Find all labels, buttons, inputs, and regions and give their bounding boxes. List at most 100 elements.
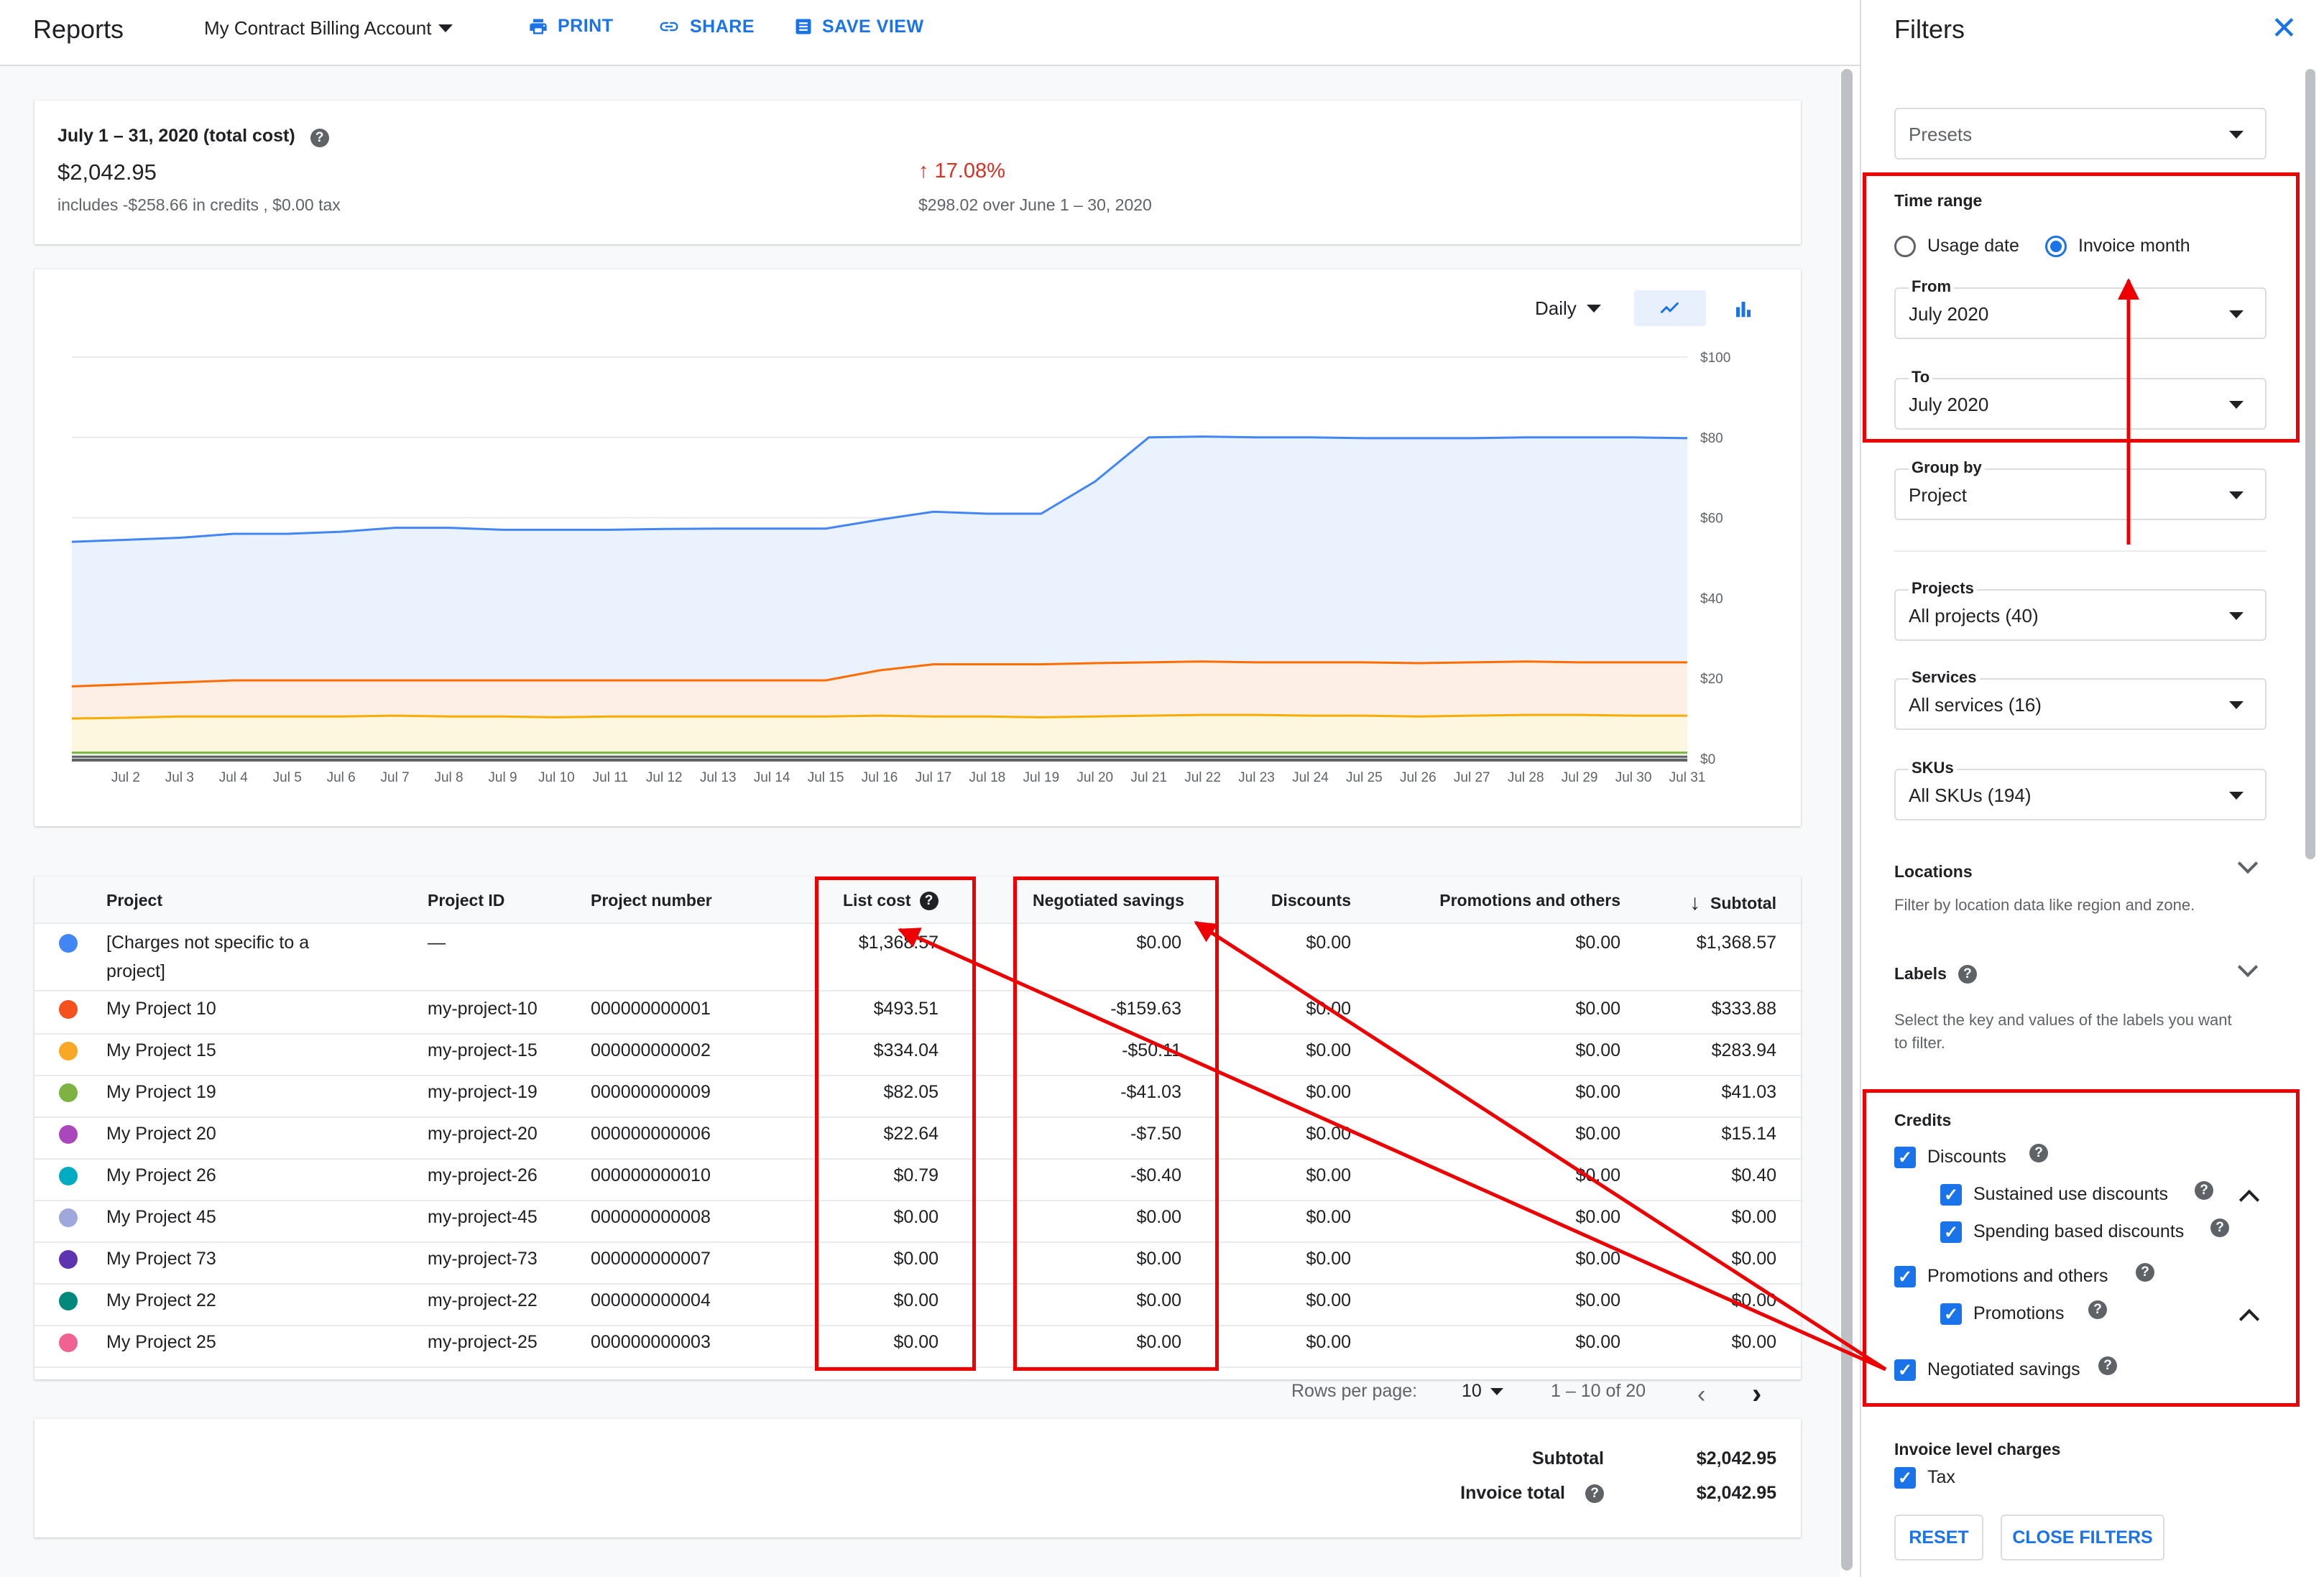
promotions: $0.00	[1575, 999, 1620, 1019]
labels-section[interactable]: Labels ?	[1894, 964, 1977, 984]
project-id: my-project-25	[428, 1332, 538, 1352]
pagination-range: 1 – 10 of 20	[1551, 1381, 1646, 1401]
y-tick-label: $100	[1700, 351, 1730, 366]
project-name: My Project 25	[106, 1332, 216, 1352]
x-tick-label: Jul 29	[1562, 770, 1598, 785]
reset-button[interactable]: RESET	[1894, 1514, 1983, 1560]
chevron-left-icon[interactable]: ‹	[1697, 1381, 1705, 1409]
project-name-line1: [Charges not specific to a	[106, 933, 310, 953]
labels-desc-line2: to filter.	[1894, 1034, 1945, 1052]
x-tick-label: Jul 4	[219, 770, 249, 785]
chevron-right-icon[interactable]: ›	[1752, 1378, 1761, 1410]
discounts: $0.00	[1306, 1165, 1351, 1185]
subtotal: $15.14	[1721, 1124, 1776, 1144]
col-header-promotions[interactable]: Promotions and others	[1439, 891, 1620, 910]
panel-scrollbar[interactable]	[2305, 69, 2315, 859]
close-icon[interactable]: ✕	[2271, 10, 2297, 47]
x-tick-label: Jul 12	[646, 770, 683, 785]
subtotal: $333.88	[1711, 999, 1776, 1019]
x-tick-label: Jul 21	[1130, 770, 1167, 785]
close-filters-button[interactable]: CLOSE FILTERS	[2001, 1514, 2164, 1560]
project-number: 000000000006	[591, 1124, 711, 1144]
project-id: my-project-15	[428, 1040, 538, 1060]
project-number: 000000000008	[591, 1207, 711, 1227]
series-color-dot	[59, 1125, 78, 1144]
discounts: $0.00	[1306, 1124, 1351, 1144]
subtotal: $1,368.57	[1696, 933, 1776, 953]
x-tick-label: Jul 14	[754, 770, 790, 785]
series-color-dot	[59, 1042, 78, 1060]
group-by-label: Group by	[1909, 458, 1985, 477]
services-value: All services (16)	[1909, 694, 2042, 716]
subtotal: $0.00	[1731, 1290, 1776, 1310]
subtotal: $0.00	[1731, 1207, 1776, 1227]
promotions: $0.00	[1575, 1165, 1620, 1185]
project-id: my-project-22	[428, 1290, 538, 1310]
x-tick-label: Jul 30	[1615, 770, 1652, 785]
services-label: Services	[1909, 668, 1980, 687]
discounts: $0.00	[1306, 1332, 1351, 1352]
project-number: 000000000010	[591, 1165, 711, 1185]
chevron-down-icon	[2229, 792, 2244, 800]
services-select[interactable]: Services All services (16)	[1894, 668, 2267, 730]
x-tick-label: Jul 8	[434, 770, 463, 785]
col-header-project-number[interactable]: Project number	[591, 891, 712, 910]
series-color-dot	[59, 1250, 78, 1269]
subtotal-value: $2,042.95	[1696, 1448, 1776, 1469]
col-header-project-id[interactable]: Project ID	[428, 891, 504, 910]
locations-label[interactable]: Locations	[1894, 862, 1973, 882]
project-id: my-project-10	[428, 999, 538, 1019]
promotions: $0.00	[1575, 1249, 1620, 1269]
col-header-discounts[interactable]: Discounts	[1271, 891, 1351, 910]
rows-per-page-label: Rows per page:	[1291, 1381, 1418, 1401]
series-color-dot	[59, 1167, 78, 1185]
chevron-down-icon	[2229, 131, 2244, 139]
filters-title: Filters	[1894, 14, 1965, 44]
subtotal-label: Subtotal	[1532, 1448, 1604, 1469]
project-id: —	[428, 933, 446, 953]
subtotal: $283.94	[1711, 1040, 1776, 1060]
projects-select[interactable]: Projects All projects (40)	[1894, 579, 2267, 641]
annotation-box-negotiated-savings	[1013, 877, 1219, 1371]
cost-area-chart: $0 $20 $40 $60 $80 $100 Jul 2 Jul 3 Jul 4 Jul 5 Ju…	[71, 351, 1730, 785]
presets-select[interactable]: Presets	[1894, 108, 2267, 159]
chevron-down-icon	[1490, 1387, 1503, 1395]
x-tick-label: Jul 7	[381, 770, 410, 785]
x-tick-label: Jul 9	[488, 770, 517, 785]
promotions: $0.00	[1575, 1207, 1620, 1227]
y-tick-label: $0	[1700, 752, 1715, 767]
group-by-select[interactable]: Group by Project	[1894, 458, 2267, 520]
rows-per-page-select[interactable]: 10	[1462, 1381, 1503, 1402]
col-header-subtotal[interactable]: ↓ Subtotal	[1689, 891, 1776, 915]
promotions: $0.00	[1575, 933, 1620, 953]
projects-label: Projects	[1909, 579, 1977, 598]
locations-desc: Filter by location data like region and …	[1894, 896, 2195, 914]
help-icon[interactable]: ?	[1585, 1484, 1604, 1503]
invoice-total-label-text: Invoice total	[1460, 1483, 1565, 1503]
x-tick-label: Jul 25	[1346, 770, 1383, 785]
x-tick-label: Jul 10	[538, 770, 575, 785]
x-tick-label: Jul 27	[1454, 770, 1490, 785]
project-name: My Project 45	[106, 1207, 216, 1227]
promotions: $0.00	[1575, 1082, 1620, 1102]
project-name: My Project 10	[106, 999, 216, 1019]
x-tick-label: Jul 19	[1023, 770, 1059, 785]
x-tick-label: Jul 20	[1076, 770, 1113, 785]
series-color-dot	[59, 1208, 78, 1227]
main-scrollbar[interactable]	[1841, 69, 1853, 1571]
project-id: my-project-73	[428, 1249, 538, 1269]
presets-value: Presets	[1909, 124, 1973, 145]
help-icon[interactable]: ?	[1958, 964, 1977, 984]
project-number: 000000000002	[591, 1040, 711, 1060]
tax-checkbox[interactable]: ✓	[1894, 1467, 1916, 1489]
invoice-total-label: Invoice total ?	[1460, 1483, 1604, 1504]
subtotal-header-text: Subtotal	[1710, 893, 1776, 912]
series-color-dot	[59, 1333, 78, 1352]
project-number: 000000000003	[591, 1332, 711, 1352]
skus-select[interactable]: SKUs All SKUs (194)	[1894, 759, 2267, 820]
y-tick-label: $40	[1700, 591, 1723, 606]
project-name-line2: project]	[106, 961, 165, 981]
series-color-dot	[59, 934, 78, 953]
skus-label: SKUs	[1909, 759, 1957, 777]
col-header-project[interactable]: Project	[106, 891, 162, 910]
